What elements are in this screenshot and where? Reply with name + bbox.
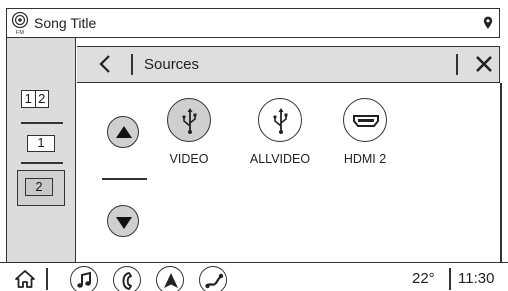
source-video-button[interactable] — [167, 98, 211, 142]
bottom-bar: 22° 11:30 — [0, 262, 508, 291]
scroll-up-button[interactable] — [107, 116, 139, 148]
song-title[interactable]: Song Title — [34, 15, 96, 31]
status-bar: FM Song Title — [6, 8, 500, 38]
source-video-label: VIDEO — [169, 152, 209, 166]
sources-header: Sources — [77, 46, 500, 83]
source-hdmi-button[interactable] — [343, 98, 387, 142]
clock-time[interactable]: 11:30 — [458, 270, 494, 287]
location-pin-icon — [483, 16, 493, 30]
scroll-down-button[interactable] — [107, 205, 139, 237]
usb-icon — [273, 108, 288, 134]
header-divider — [131, 54, 133, 75]
layout-rail: 1 2 1 2 — [6, 38, 76, 262]
rail-divider — [21, 162, 63, 164]
hdmi-icon — [353, 115, 379, 127]
source-allvideo-button[interactable] — [258, 98, 302, 142]
bottom-divider — [46, 268, 48, 290]
source-video[interactable]: VIDEO — [149, 98, 229, 166]
connect-icon[interactable] — [199, 266, 227, 291]
split-layout-label-2: 2 — [38, 91, 46, 106]
header-divider — [456, 54, 458, 75]
source-hdmi-label: HDMI 2 — [343, 152, 387, 166]
source-allvideo-label: ALLVIDEO — [249, 152, 311, 166]
layout-2-button[interactable]: 2 — [25, 178, 53, 196]
layout-1-button[interactable]: 1 — [27, 135, 55, 152]
music-icon[interactable] — [70, 266, 98, 291]
rail-divider — [21, 122, 63, 124]
close-icon[interactable] — [475, 55, 493, 73]
bottom-divider — [449, 268, 451, 290]
content-right-border — [500, 83, 502, 262]
arrow-down-icon — [116, 217, 132, 229]
split-layout-button[interactable]: 1 2 — [21, 90, 49, 108]
chevron-left-icon[interactable] — [98, 54, 112, 74]
radio-antenna-icon[interactable]: FM — [10, 11, 30, 36]
source-hdmi[interactable]: HDMI 2 — [325, 98, 405, 166]
radio-badge: FM — [16, 30, 24, 35]
scroll-divider — [102, 178, 147, 180]
source-allvideo[interactable]: ALLVIDEO — [240, 98, 320, 166]
usb-icon — [182, 108, 197, 134]
page-title: Sources — [144, 56, 200, 73]
arrow-up-icon — [116, 126, 132, 138]
home-icon[interactable] — [14, 269, 36, 289]
temperature[interactable]: 22° — [412, 270, 435, 287]
split-layout-label-1: 1 — [22, 91, 36, 107]
phone-icon[interactable] — [113, 266, 141, 291]
infotainment-screen: FM Song Title 1 2 1 2 Sources VIDEO ALLV… — [0, 0, 508, 291]
navigation-icon[interactable] — [156, 266, 184, 291]
